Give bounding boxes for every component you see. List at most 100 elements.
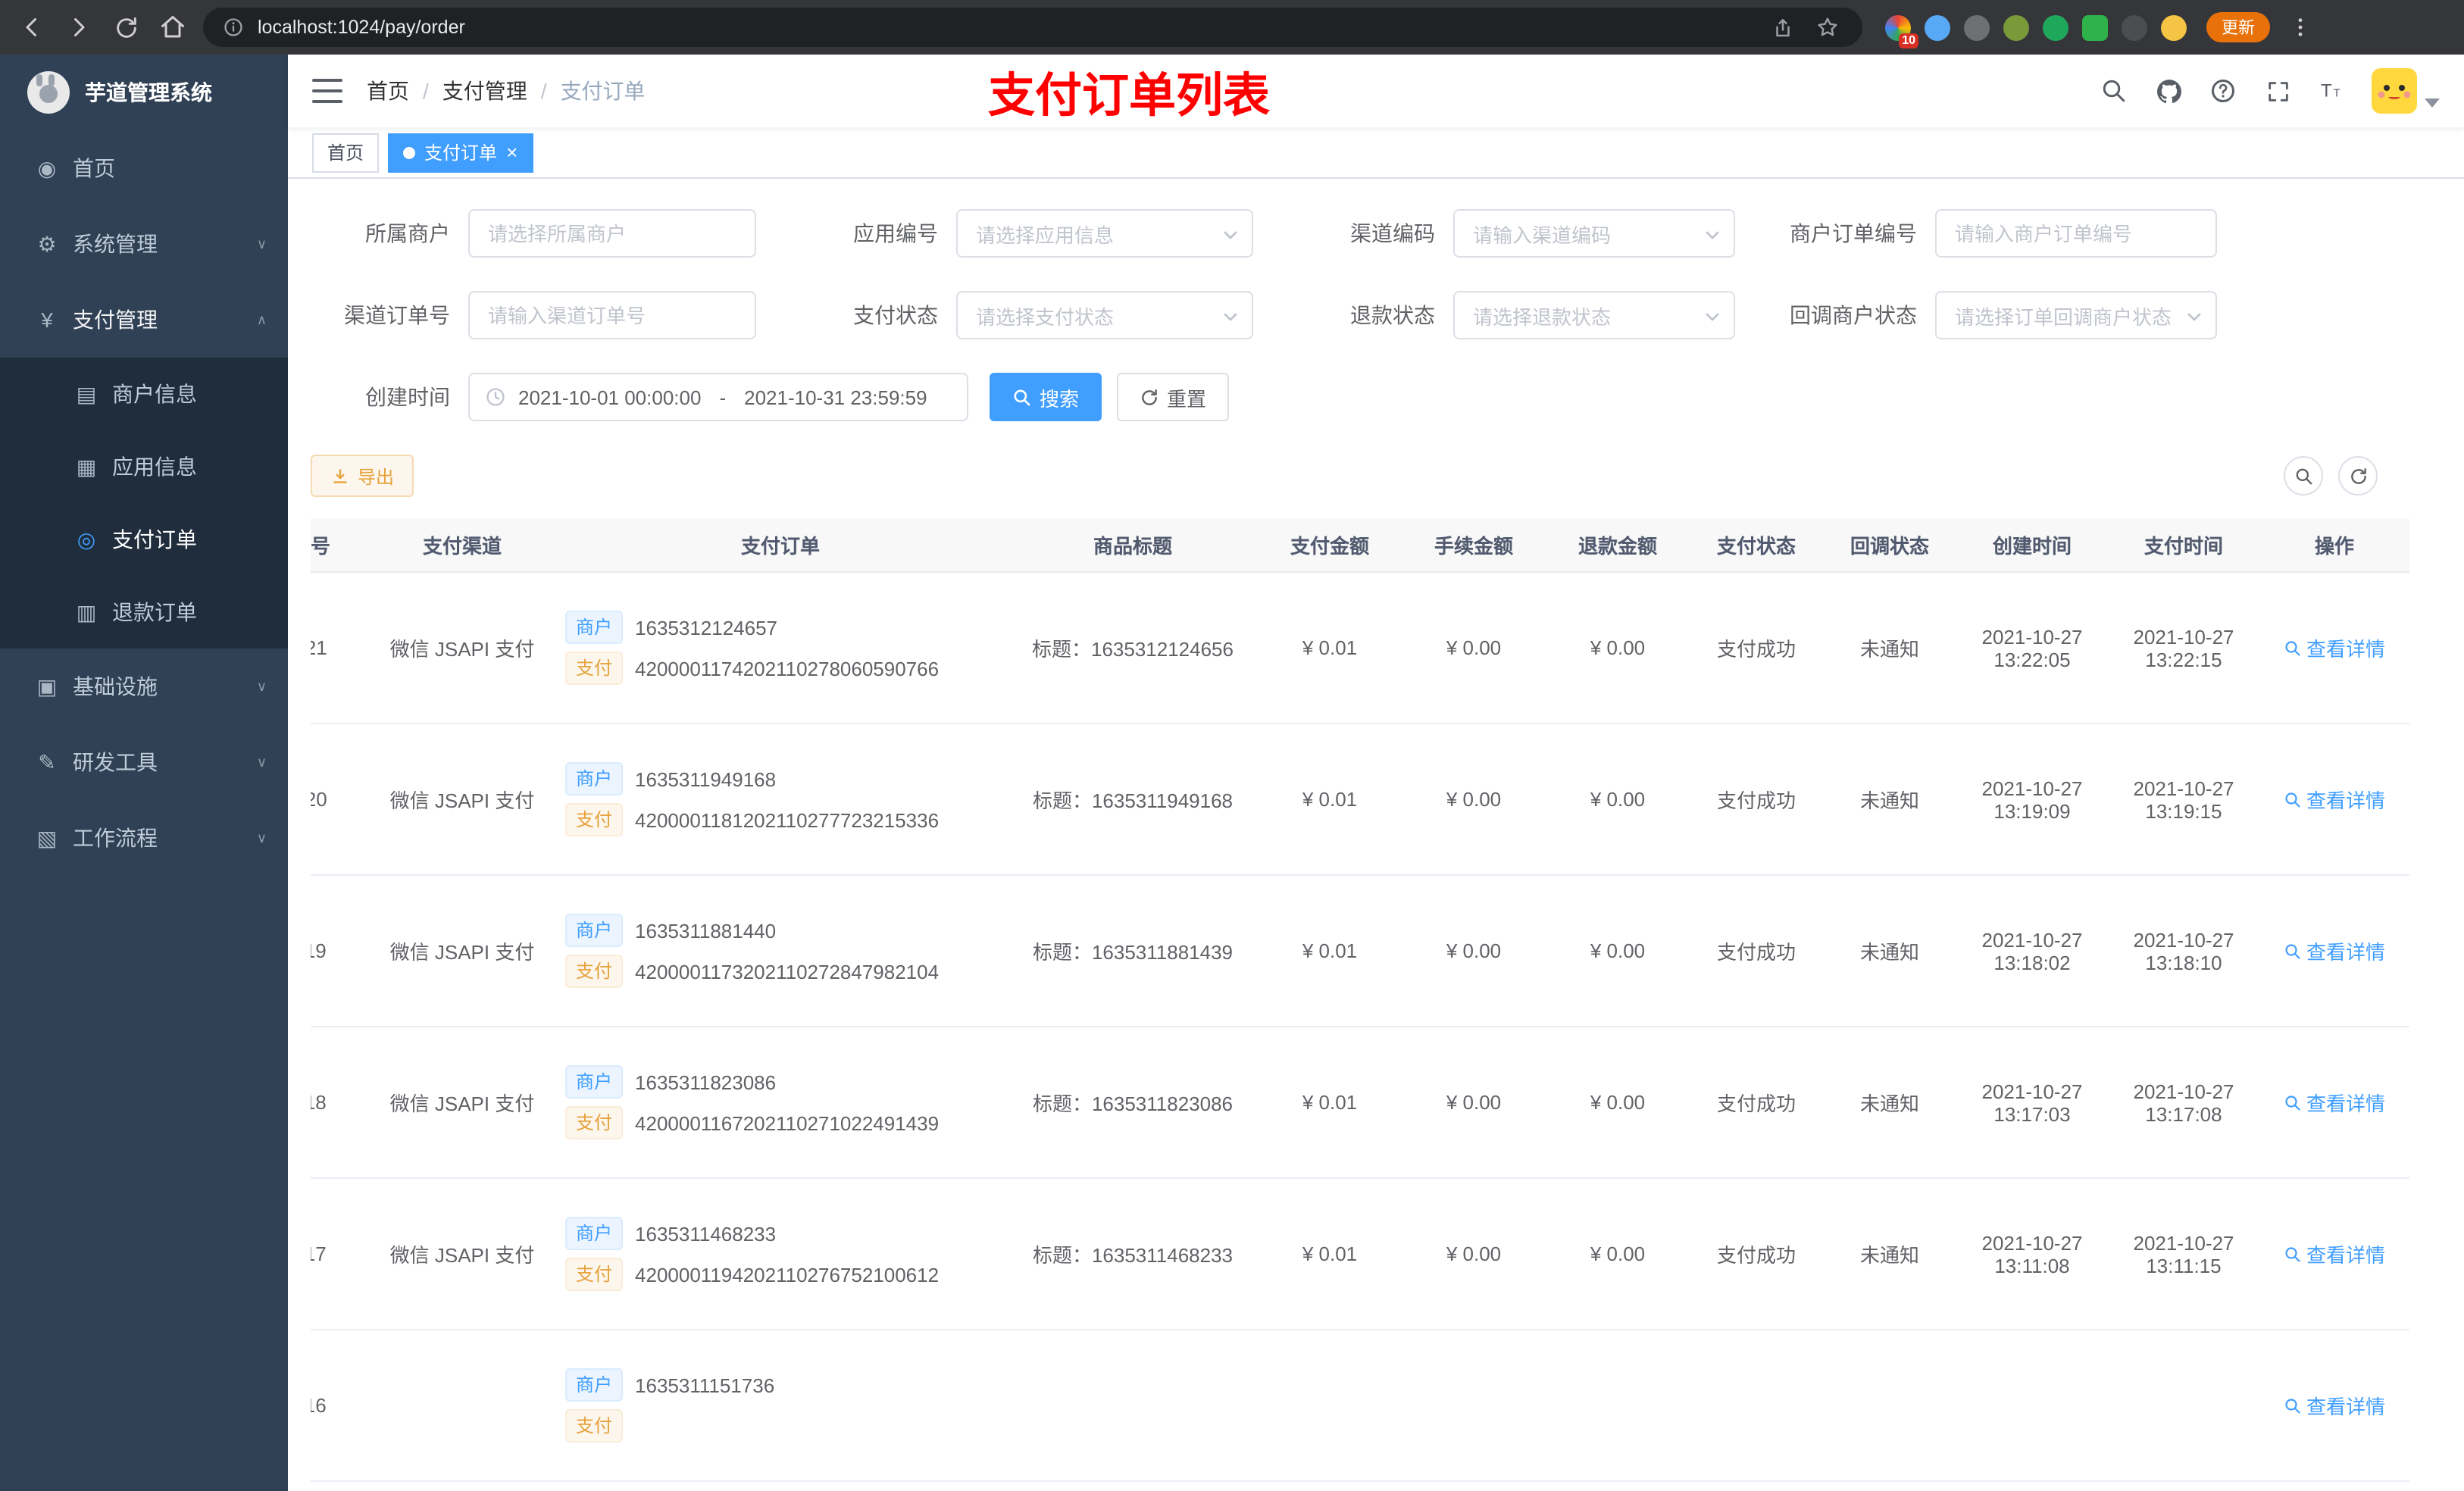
breadcrumb-payment[interactable]: 支付管理: [442, 76, 527, 106]
view-detail-link[interactable]: 查看详情: [2284, 1088, 2385, 1117]
sidebar-item-home[interactable]: ◉ 首页: [0, 130, 288, 206]
sidebar-item-dev-tools[interactable]: ✎ 研发工具 ∨: [0, 724, 288, 800]
svg-text:T: T: [2321, 81, 2332, 102]
export-button[interactable]: 导出: [311, 455, 414, 497]
sidebar-item-merchant-info[interactable]: ▤ 商户信息: [0, 358, 288, 430]
sidebar-item-infrastructure[interactable]: ▣ 基础设施 ∨: [0, 649, 288, 724]
site-info-icon[interactable]: [221, 11, 245, 44]
screen: localhost:1024/pay/order 10 更新 芋道管理系统 ◉ …: [0, 0, 2464, 1491]
merchant-tag: 商户: [565, 1368, 624, 1402]
refresh-icon: [1142, 389, 1157, 405]
extension-icon[interactable]: [1925, 14, 1950, 40]
toggle-search-icon[interactable]: [2284, 456, 2323, 495]
merchant-tag: 商户: [565, 1065, 624, 1099]
product-title: 标题：1635311881439: [1008, 875, 1258, 1027]
table-header-cell: 操作: [2259, 518, 2409, 573]
chevron-up-icon: ∧: [256, 311, 267, 327]
extension-icon[interactable]: [2082, 14, 2108, 40]
refund-amount: ¥ 0.00: [1546, 1027, 1690, 1179]
sidebar-toggle-icon[interactable]: [312, 79, 342, 103]
sidebar-item-payment[interactable]: ¥ 支付管理 ∧: [0, 282, 288, 358]
refund-amount: ¥ 0.00: [1546, 724, 1690, 876]
tags-view-bar: 首页 支付订单 ×: [288, 127, 2464, 179]
url-text[interactable]: localhost:1024/pay/order: [258, 17, 1753, 38]
fee-amount: ¥ 0.00: [1402, 724, 1546, 876]
extension-icon[interactable]: [1964, 14, 1990, 40]
browser-menu-icon[interactable]: [2284, 11, 2317, 44]
pay-order-cell: 商户 1635311881440 支付 42000011732021102728…: [553, 875, 1008, 1027]
sidebar-item-refund-order[interactable]: ▥ 退款订单: [0, 576, 288, 649]
profile-avatar-icon[interactable]: [2161, 14, 2187, 40]
breadcrumb-home[interactable]: 首页: [367, 76, 409, 106]
fee-amount: ¥ 0.00: [1402, 875, 1546, 1027]
reset-button[interactable]: 重置: [1117, 373, 1230, 421]
card-icon: ▤: [76, 381, 97, 405]
share-icon[interactable]: [1765, 11, 1799, 44]
create-time: 2021-10-27 13:19:09: [1956, 724, 2108, 876]
tab-home[interactable]: 首页: [312, 133, 380, 172]
refresh-table-icon[interactable]: [2338, 456, 2378, 495]
notify-status-filter-select[interactable]: 请选择订单回调商户状态: [1935, 291, 2217, 339]
address-bar[interactable]: localhost:1024/pay/order: [203, 8, 1862, 47]
channel-order-no-filter-input[interactable]: [468, 291, 756, 339]
bookmark-star-icon[interactable]: [1811, 11, 1844, 44]
notify-status: 未通知: [1823, 572, 1956, 724]
back-icon[interactable]: [15, 11, 48, 44]
home-icon[interactable]: [156, 11, 189, 44]
view-detail-link[interactable]: 查看详情: [2284, 1239, 2385, 1268]
reload-icon[interactable]: [109, 11, 142, 44]
extensions-puzzle-icon[interactable]: [2122, 14, 2147, 40]
date-end-value: 2021-10-31 23:59:59: [744, 386, 927, 408]
help-icon[interactable]: [2208, 76, 2238, 106]
fee-amount: ¥ 0.00: [1402, 1178, 1546, 1330]
merchant-order-no: 1635311468233: [635, 1222, 777, 1245]
order-id: 116: [311, 1330, 371, 1482]
user-avatar[interactable]: [2372, 68, 2440, 114]
pay-channel: 微信 JSAPI 支付: [371, 572, 553, 724]
github-icon[interactable]: [2153, 76, 2184, 106]
channel-code-filter-select[interactable]: 请输入渠道编码: [1453, 209, 1735, 258]
forward-icon[interactable]: [62, 11, 95, 44]
extension-icon[interactable]: [2043, 14, 2068, 40]
create-time-filter-label: 创建时间: [365, 385, 450, 409]
pay-channel: [371, 1330, 553, 1482]
search-icon[interactable]: [2099, 76, 2129, 106]
pay-order-cell: 商户 1635311823086 支付 42000011672021102710…: [553, 1027, 1008, 1179]
extension-icon[interactable]: 10: [1885, 14, 1918, 48]
browser-update-button[interactable]: 更新: [2206, 12, 2270, 42]
merchant-filter-input[interactable]: [468, 209, 756, 258]
pay-amount: ¥ 0.01: [1258, 875, 1402, 1027]
chevron-down-icon: [1706, 313, 1719, 321]
refund-status-filter-select[interactable]: 请选择退款状态: [1453, 291, 1735, 339]
view-detail-link[interactable]: 查看详情: [2284, 633, 2385, 662]
channel-code-filter-label: 渠道编码: [1350, 221, 1435, 245]
clock-icon: [486, 388, 505, 406]
merchant-order-no-filter-input[interactable]: [1935, 209, 2217, 258]
tab-pay-order[interactable]: 支付订单 ×: [388, 133, 533, 172]
extension-icon[interactable]: [2003, 14, 2029, 40]
pay-status: 支付成功: [1690, 724, 1823, 876]
notify-status: 未通知: [1823, 724, 1956, 876]
fullscreen-icon[interactable]: [2262, 76, 2293, 106]
view-detail-link[interactable]: 查看详情: [2284, 785, 2385, 814]
close-tab-icon[interactable]: ×: [506, 142, 518, 162]
refund-amount: ¥ 0.00: [1546, 875, 1690, 1027]
view-detail-link[interactable]: 查看详情: [2284, 1391, 2385, 1420]
sidebar-item-pay-order[interactable]: ◎ 支付订单: [0, 503, 288, 576]
pay-channel: 微信 JSAPI 支付: [371, 724, 553, 876]
pay-status-filter-select[interactable]: 请选择支付状态: [956, 291, 1253, 339]
app-id-filter-select[interactable]: 请选择应用信息: [956, 209, 1253, 258]
gear-icon: ⚙: [37, 231, 57, 255]
product-title: 标题：1635311468233: [1008, 1178, 1258, 1330]
sidebar-item-workflow[interactable]: ▧ 工作流程 ∨: [0, 800, 288, 876]
view-detail-link[interactable]: 查看详情: [2284, 936, 2385, 965]
font-size-icon[interactable]: TT: [2317, 76, 2347, 106]
table-row: 116 商户 1635311151736 支付: [311, 1330, 2409, 1482]
sidebar-item-system[interactable]: ⚙ 系统管理 ∨: [0, 206, 288, 282]
pay-tag: 支付: [565, 803, 624, 836]
search-button[interactable]: 搜索: [990, 373, 1102, 421]
dashboard-icon: ◉: [37, 155, 57, 180]
sidebar-item-app-info[interactable]: ▦ 应用信息: [0, 430, 288, 503]
chevron-down-icon: ∨: [256, 830, 267, 845]
create-time-range-picker[interactable]: 2021-10-01 00:00:00 - 2021-10-31 23:59:5…: [468, 373, 968, 421]
